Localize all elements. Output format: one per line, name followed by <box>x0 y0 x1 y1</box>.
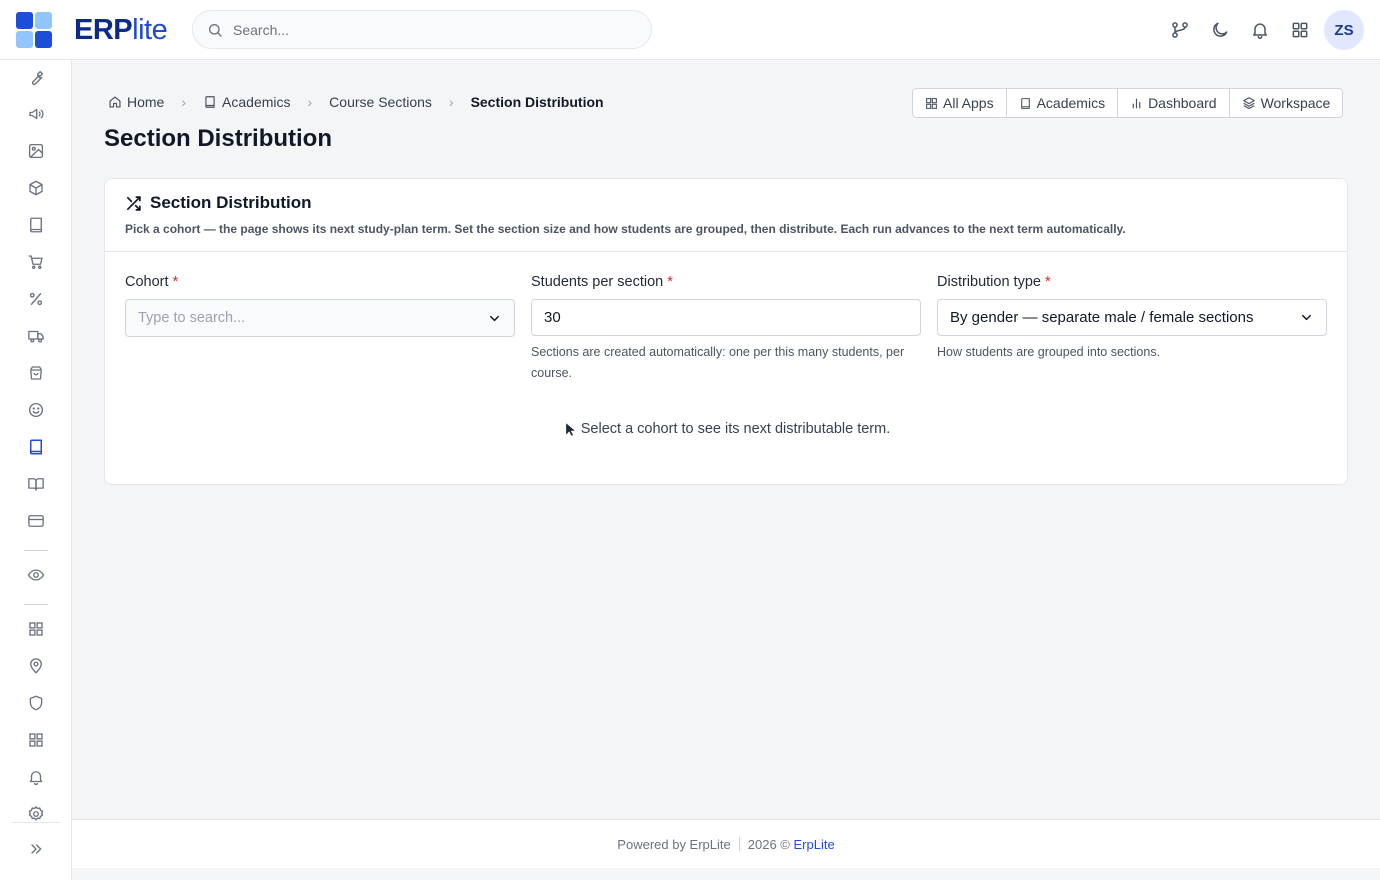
sidebar <box>0 60 72 880</box>
academics-button[interactable]: Academics <box>1007 89 1119 117</box>
git-branch-icon[interactable] <box>1160 10 1200 50</box>
card-icon[interactable] <box>24 509 48 533</box>
distribution-help-text: How students are grouped into sections. <box>937 345 1161 359</box>
footer-link[interactable]: ErpLite <box>794 837 835 852</box>
chevron-down-icon <box>1302 314 1311 321</box>
cart-icon[interactable] <box>24 250 48 274</box>
quick-links: All Apps Academics Dashboard Workspace <box>912 88 1344 118</box>
students-per-section-field: Students per section * 30 Sections are c… <box>531 274 921 384</box>
bell-icon[interactable] <box>24 765 48 789</box>
megaphone-icon[interactable] <box>24 102 48 126</box>
moon-icon[interactable] <box>1200 10 1240 50</box>
breadcrumb-course-sections[interactable]: Course Sections <box>329 94 432 110</box>
page-title: Section Distribution <box>104 125 332 152</box>
breadcrumb: Home › Academics › Course Sections › Sec… <box>108 92 604 112</box>
cohort-select[interactable]: Type to search... <box>125 299 515 337</box>
workspace-button[interactable]: Workspace <box>1230 89 1343 117</box>
sidebar-divider <box>12 822 60 823</box>
sidebar-divider <box>24 604 48 605</box>
bell-icon[interactable] <box>1240 10 1280 50</box>
footer-year: 2026 © <box>747 836 790 852</box>
book-icon <box>1020 97 1030 109</box>
apps-grid-icon[interactable] <box>1280 10 1320 50</box>
breadcrumb-separator: › <box>181 94 187 110</box>
dashboard-button[interactable]: Dashboard <box>1118 89 1230 117</box>
distribution-type-select[interactable]: By gender — separate male / female secti… <box>937 299 1327 336</box>
grid-icon <box>926 97 937 109</box>
layers-icon <box>1242 97 1255 110</box>
book-open-active-icon[interactable] <box>24 435 48 459</box>
book-icon <box>205 96 215 108</box>
shield-icon[interactable] <box>24 691 48 715</box>
box-icon[interactable] <box>24 176 48 200</box>
shuffle-icon <box>126 195 141 211</box>
footer-powered: Powered by ErpLite <box>617 836 731 852</box>
grid-icon[interactable] <box>24 728 48 752</box>
search-input[interactable] <box>233 21 633 38</box>
empty-state-text: Select a cohort to see its next distribu… <box>580 421 891 437</box>
chevrons-right-icon[interactable] <box>24 837 48 861</box>
image-icon[interactable] <box>24 139 48 163</box>
breadcrumb-home[interactable]: Home <box>108 94 164 110</box>
distribution-label: Distribution type * <box>937 274 1051 290</box>
distribution-type-field: Distribution type * By gender — separate… <box>937 274 1327 363</box>
breadcrumb-current: Section Distribution <box>470 94 604 110</box>
card-title: Section Distribution <box>150 193 312 212</box>
smile-icon[interactable] <box>24 398 48 422</box>
wrench-icon[interactable] <box>24 66 48 90</box>
book-icon[interactable] <box>24 213 48 237</box>
breadcrumb-separator: › <box>307 94 313 110</box>
empty-state: Select a cohort to see its next distribu… <box>105 421 1349 437</box>
footer-divider <box>738 837 740 851</box>
cohort-field: Cohort * Type to search... <box>125 274 515 337</box>
avatar[interactable]: ZS <box>1324 10 1364 50</box>
map-pin-icon[interactable] <box>24 654 48 678</box>
card-header: Section Distribution Pick a cohort — the… <box>105 179 1347 252</box>
footer: Powered by ErpLite 2026 © ErpLite <box>72 819 1380 868</box>
truck-icon[interactable] <box>24 324 48 348</box>
section-distribution-card: Section Distribution Pick a cohort — the… <box>104 178 1348 485</box>
top-bar: ERPlite ZS <box>0 0 1380 60</box>
grid-icon[interactable] <box>24 617 48 641</box>
search-bar[interactable] <box>192 10 652 49</box>
chevron-down-icon <box>490 315 499 321</box>
search-icon <box>209 23 222 37</box>
sidebar-divider <box>24 550 48 551</box>
card-description: Pick a cohort — the page shows its next … <box>125 222 1126 236</box>
cursor-icon <box>565 422 575 436</box>
package-icon[interactable] <box>24 361 48 385</box>
home-icon <box>109 96 121 108</box>
eye-icon[interactable] <box>24 563 48 587</box>
book-open-icon[interactable] <box>24 472 48 496</box>
students-help-text: Sections are created automatically: one … <box>531 345 905 380</box>
students-label: Students per section * <box>531 274 673 290</box>
percent-icon[interactable] <box>24 287 48 311</box>
cohort-placeholder: Type to search... <box>138 310 246 326</box>
breadcrumb-academics[interactable]: Academics <box>203 94 291 110</box>
bar-chart-icon <box>1132 98 1141 108</box>
breadcrumb-separator: › <box>448 94 454 110</box>
logo-mark-icon <box>16 12 53 48</box>
students-per-section-input[interactable]: 30 <box>531 299 921 336</box>
brand-logo[interactable]: ERPlite <box>74 14 168 47</box>
cohort-label: Cohort * <box>125 274 179 290</box>
all-apps-button[interactable]: All Apps <box>913 89 1007 117</box>
